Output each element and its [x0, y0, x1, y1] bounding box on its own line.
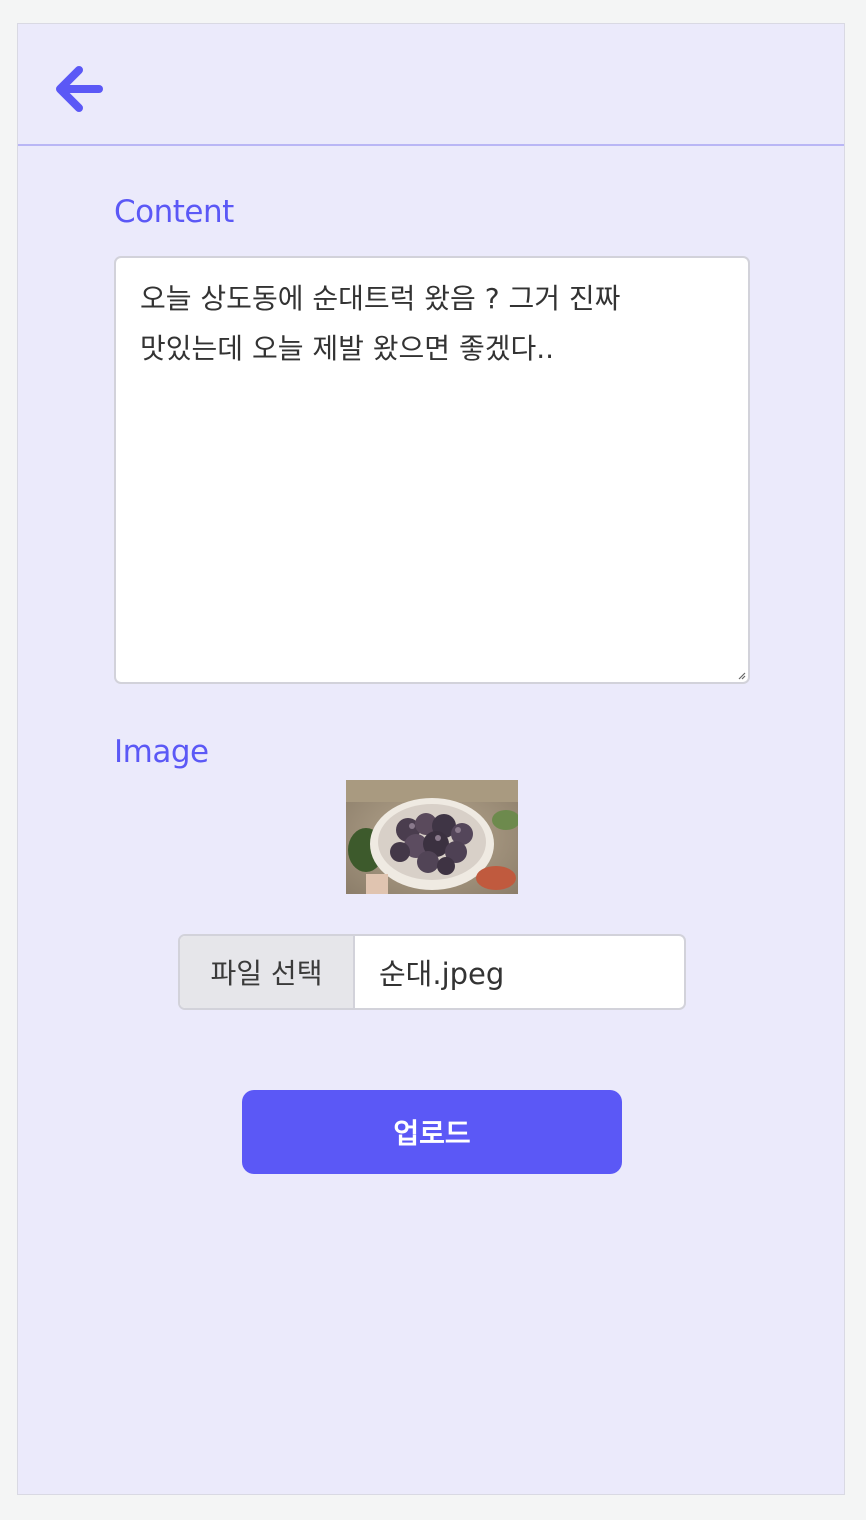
arrow-left-icon — [56, 66, 103, 112]
resize-handle-icon[interactable] — [736, 670, 746, 680]
content-text[interactable]: 오늘 상도동에 순대트럭 왔음 ? 그거 진짜 맛있는데 오늘 제발 왔으면 좋… — [116, 258, 748, 682]
app-frame: Content 오늘 상도동에 순대트럭 왔음 ? 그거 진짜 맛있는데 오늘 … — [17, 23, 845, 1495]
content-textarea[interactable]: 오늘 상도동에 순대트럭 왔음 ? 그거 진짜 맛있는데 오늘 제발 왔으면 좋… — [114, 256, 750, 684]
file-name: 순대.jpeg — [379, 957, 505, 991]
content-label: Content — [114, 194, 234, 230]
image-preview — [346, 780, 518, 894]
back-button[interactable] — [52, 62, 106, 116]
file-input[interactable]: 파일 선택 순대.jpeg — [178, 934, 686, 1010]
top-bar — [18, 24, 844, 146]
choose-file-button[interactable]: 파일 선택 — [180, 936, 355, 1008]
upload-button[interactable]: 업로드 — [242, 1090, 622, 1174]
image-label: Image — [114, 734, 209, 770]
